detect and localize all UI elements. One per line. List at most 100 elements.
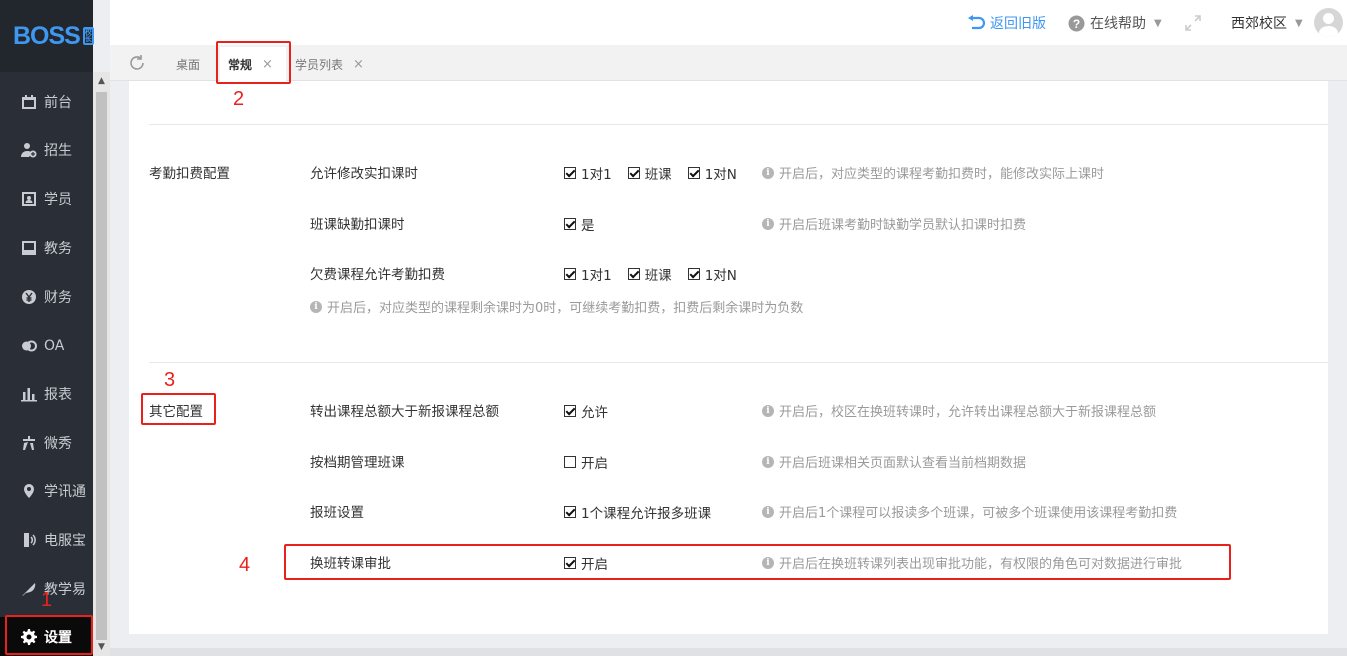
tab-label: 桌面 xyxy=(176,57,201,72)
checkbox-box[interactable] xyxy=(627,268,640,280)
checkbox-1on1[interactable]: 1对1 xyxy=(564,163,612,183)
sidebar-item-label: 报表 xyxy=(44,387,72,403)
checkbox-1onN[interactable]: 1对N xyxy=(687,163,737,183)
campus-label: 西郊校区 xyxy=(1231,16,1287,32)
checkbox-label: 1对1 xyxy=(581,268,612,284)
calendar-icon xyxy=(20,94,37,111)
divider xyxy=(149,362,1328,363)
annotation-box xyxy=(141,393,216,425)
checkbox-multi-class[interactable]: 1个课程允许报多班课 xyxy=(564,502,711,522)
bottom-scroll-strip xyxy=(110,648,1347,656)
checkbox-box[interactable] xyxy=(564,506,576,518)
checkbox-label: 开启 xyxy=(581,456,608,472)
checkbox-label: 1个课程允许报多班课 xyxy=(581,506,712,522)
checkbox-allow[interactable]: 允许 xyxy=(564,401,608,421)
avatar[interactable] xyxy=(1314,8,1343,37)
tab-desktop[interactable]: 桌面 xyxy=(168,47,208,81)
tab-bar: 桌面 常规 × 学员列表 × xyxy=(110,45,1347,81)
checkbox-label: 1对N xyxy=(704,167,737,183)
row-options: 1对1 班课 1对N xyxy=(564,163,753,183)
info-icon: i xyxy=(762,505,774,518)
question-icon: ? xyxy=(1068,15,1085,31)
hint-label: 开启后，对应类型的课程考勤扣费时，能修改实际上课时 xyxy=(779,167,1105,182)
checkbox-label: 1对N xyxy=(704,268,737,284)
fullscreen-button[interactable] xyxy=(1184,14,1207,32)
row-label: 允许修改实扣课时 xyxy=(310,166,418,182)
checkbox-box[interactable] xyxy=(564,268,576,280)
checkbox-label: 班课 xyxy=(644,268,672,284)
yen-icon xyxy=(20,289,37,306)
annotation-box xyxy=(5,615,93,655)
sidebar-item-label: 学员 xyxy=(44,192,72,208)
sidebar-item-xuexuntong[interactable]: 学讯通 xyxy=(0,471,93,511)
scrollbar-thumb[interactable] xyxy=(96,92,107,640)
refresh-icon[interactable] xyxy=(128,54,146,76)
sidebar-item-students[interactable]: 学员 xyxy=(0,179,93,219)
oa-icon xyxy=(20,338,37,355)
undo-icon xyxy=(968,15,985,30)
annotation-box xyxy=(284,544,1231,580)
sidebar-item-label: 教务 xyxy=(44,241,72,257)
checkbox-enable[interactable]: 开启 xyxy=(564,452,608,472)
row-options: 允许 xyxy=(564,401,624,421)
hint-text: i 开启后班课考勤时缺勤学员默认扣课时扣费 xyxy=(762,214,1026,233)
tab-student-list[interactable]: 学员列表 × xyxy=(287,47,372,81)
checkbox-yes[interactable]: 是 xyxy=(564,214,595,234)
checkbox-label: 是 xyxy=(581,218,595,234)
user-plus-icon xyxy=(20,142,37,159)
checkbox-label: 班课 xyxy=(644,167,672,183)
tab-label: 学员列表 xyxy=(295,57,344,72)
hint-label: 开启后1个课程可以报读多个班课，可被多个班课使用该课程考勤扣费 xyxy=(779,506,1178,521)
close-icon[interactable]: × xyxy=(353,57,364,72)
checkbox-box[interactable] xyxy=(564,167,576,179)
sidebar-item-label: 电服宝 xyxy=(44,533,86,549)
row-label: 班课缺勤扣课时 xyxy=(310,217,405,233)
annotation-number: 3 xyxy=(164,369,176,391)
checkbox-box[interactable] xyxy=(564,456,576,468)
hint-text: i 开启后，对应类型的课程剩余课时为0时，可继续考勤扣费，扣费后剩余课时为负数 xyxy=(310,297,803,316)
row-label: 按档期管理班课 xyxy=(310,455,405,471)
annotation-number: 4 xyxy=(239,554,251,576)
checkbox-box[interactable] xyxy=(627,167,640,179)
checkbox-box[interactable] xyxy=(687,268,700,280)
sidebar-scrollbar[interactable]: ▲ ▼ xyxy=(93,72,110,656)
checkbox-1on1[interactable]: 1对1 xyxy=(564,264,612,284)
sidebar-item-oa[interactable]: OA xyxy=(0,326,93,366)
back-old-version-link[interactable]: 返回旧版 xyxy=(967,13,1046,33)
hint-text: i 开启后，对应类型的课程考勤扣费时，能修改实际上课时 xyxy=(762,163,1104,182)
book-icon xyxy=(20,240,37,257)
annotation-number: 1 xyxy=(41,589,53,611)
online-help-menu[interactable]: ? 在线帮助 ▼ xyxy=(1068,13,1162,33)
info-icon: i xyxy=(762,166,774,179)
annotation-number: 2 xyxy=(233,88,245,110)
sidebar-item-dianfubao[interactable]: 电服宝 xyxy=(0,520,93,560)
logo[interactable]: BOSS 校长 xyxy=(0,0,94,72)
campus-selector[interactable]: 西郊校区 ▼ xyxy=(1231,13,1303,33)
checkbox-1onN[interactable]: 1对N xyxy=(687,264,737,284)
sidebar-item-academic[interactable]: 教务 xyxy=(0,228,93,268)
checkbox-box[interactable] xyxy=(564,218,576,230)
sidebar-item-finance[interactable]: 财务 xyxy=(0,277,93,317)
sidebar-item-label: OA xyxy=(44,338,65,354)
section-title-attendance: 考勤扣费配置 xyxy=(149,166,230,182)
scroll-down-arrow-icon[interactable]: ▼ xyxy=(93,640,110,654)
checkbox-class[interactable]: 班课 xyxy=(627,264,672,284)
back-old-version-label: 返回旧版 xyxy=(990,16,1046,32)
hint-text: i 开启后班课相关页面默认查看当前档期数据 xyxy=(762,452,1026,471)
hint-label: 开启后，校区在换班转课时，允许转出课程总额大于新报课程总额 xyxy=(779,405,1157,420)
annotation-box xyxy=(216,41,291,84)
sidebar-item-frontdesk[interactable]: 前台 xyxy=(0,82,93,122)
scroll-up-arrow-icon[interactable]: ▲ xyxy=(93,74,110,88)
xiu-icon xyxy=(20,435,37,452)
sidebar-item-label: 财务 xyxy=(44,290,72,306)
sidebar-item-label: 前台 xyxy=(44,95,72,111)
sidebar-item-reports[interactable]: 报表 xyxy=(0,374,93,414)
checkbox-box[interactable] xyxy=(687,167,700,179)
checkbox-class[interactable]: 班课 xyxy=(627,163,672,183)
info-icon: i xyxy=(762,404,774,417)
online-help-label: 在线帮助 xyxy=(1090,16,1146,32)
sidebar-item-weixiu[interactable]: 微秀 xyxy=(0,423,93,463)
logo-badge: 校长 xyxy=(82,27,94,45)
sidebar-item-enroll[interactable]: 招生 xyxy=(0,130,93,170)
checkbox-box[interactable] xyxy=(564,405,576,417)
